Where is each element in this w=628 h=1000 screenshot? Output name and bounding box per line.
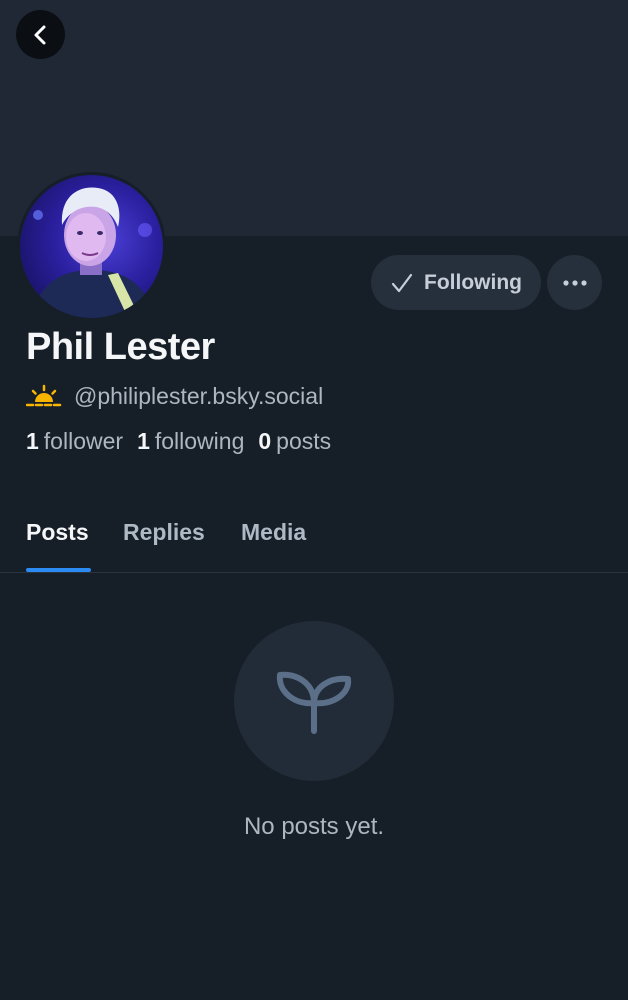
posts-label: posts: [276, 428, 332, 454]
sprout-icon: [276, 671, 352, 734]
empty-state-icon-circle: [234, 621, 394, 781]
profile-tabs: Posts Replies Media: [0, 505, 628, 573]
avatar[interactable]: [17, 172, 166, 321]
display-name: Phil Lester: [26, 326, 215, 368]
followers-label: follower: [43, 428, 124, 454]
posts-count: 0: [258, 428, 272, 454]
ellipsis-icon: [562, 279, 587, 286]
avatar-photo: [20, 175, 163, 318]
back-button[interactable]: [16, 10, 65, 59]
posts-stat: 0 posts: [258, 428, 331, 455]
following-label: following: [154, 428, 245, 454]
following-stat[interactable]: 1 following: [137, 428, 244, 455]
checkmark-icon: [391, 273, 413, 292]
followers-stat[interactable]: 1 follower: [26, 428, 123, 455]
profile-handle[interactable]: @philiplester.bsky.social: [74, 383, 323, 410]
following-button-label: Following: [424, 270, 522, 294]
tab-media[interactable]: Media: [241, 519, 306, 546]
empty-state-message: No posts yet.: [243, 813, 385, 840]
following-count: 1: [137, 428, 150, 454]
active-tab-indicator: [26, 568, 91, 572]
handle-row: @philiplester.bsky.social: [26, 380, 323, 412]
tab-replies[interactable]: Replies: [123, 519, 205, 546]
profile-stats: 1 follower 1 following 0 posts: [26, 428, 331, 455]
tab-posts[interactable]: Posts: [26, 519, 89, 546]
more-options-button[interactable]: [547, 255, 602, 310]
following-button[interactable]: Following: [371, 255, 541, 310]
followers-count: 1: [26, 428, 39, 454]
sunrise-icon: [26, 384, 62, 407]
chevron-left-icon: [34, 25, 45, 44]
